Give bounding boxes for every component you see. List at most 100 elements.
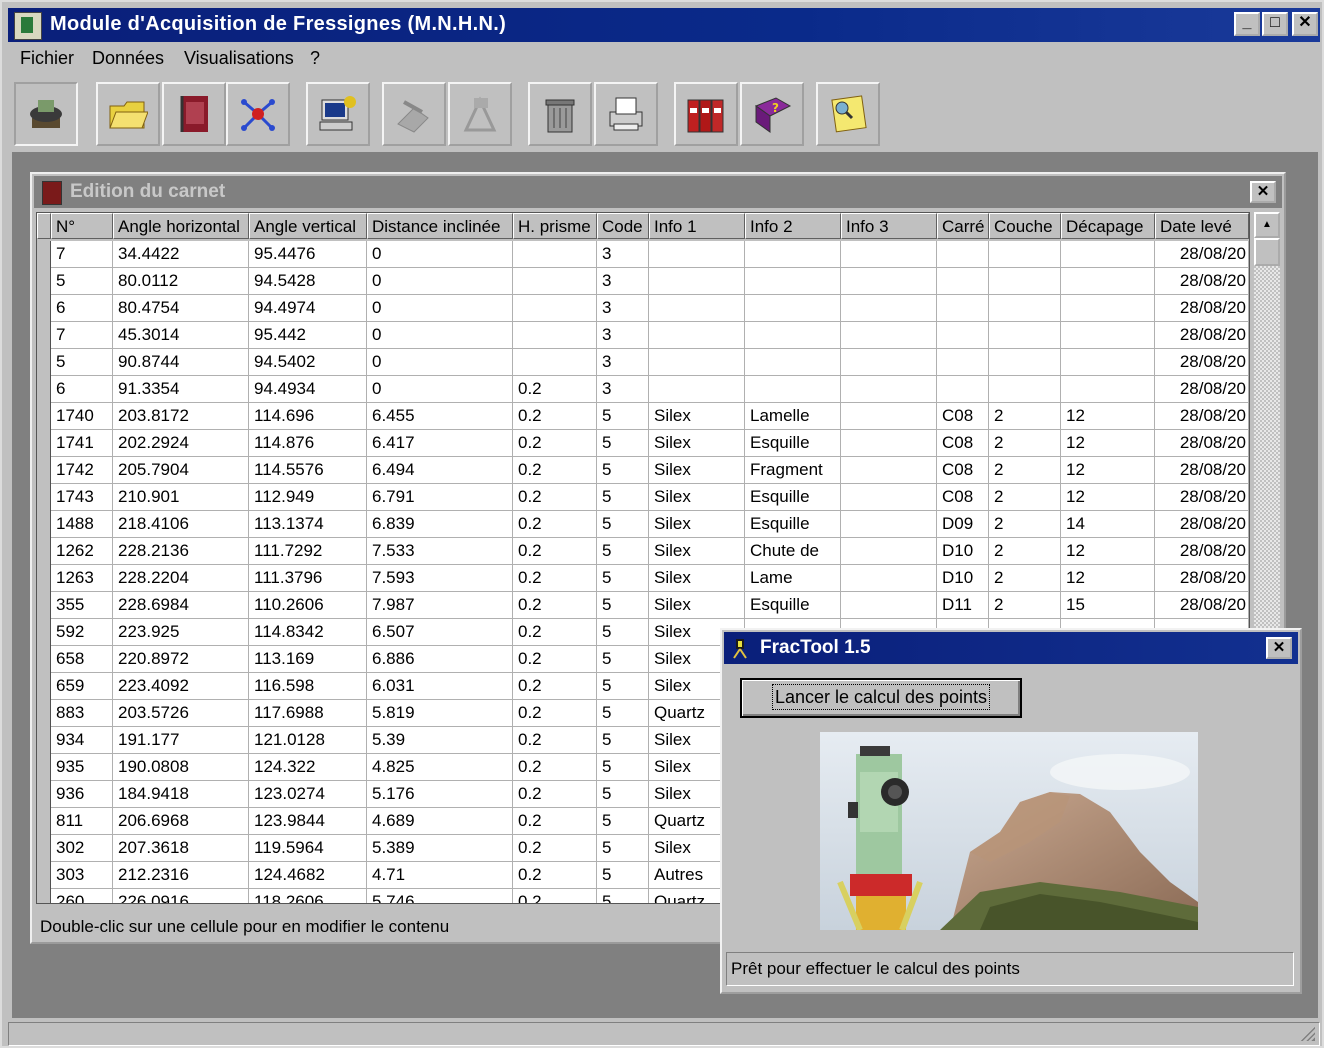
table-cell[interactable]: 28/08/20	[1155, 295, 1249, 322]
table-cell[interactable]	[1061, 268, 1155, 295]
table-cell[interactable]: 7	[51, 241, 113, 268]
table-cell[interactable]: 0.2	[513, 538, 597, 565]
header-row-selector[interactable]	[37, 213, 51, 239]
table-cell[interactable]: 6	[51, 295, 113, 322]
table-cell[interactable]: 3	[597, 349, 649, 376]
table-cell[interactable]: 111.7292	[249, 538, 367, 565]
table-cell[interactable]: 110.2606	[249, 592, 367, 619]
table-row[interactable]: 7 45.3014 95.442 0 3 28/08/20	[37, 322, 1249, 349]
row-selector[interactable]	[37, 727, 51, 754]
table-cell[interactable]: 5	[597, 646, 649, 673]
table-cell[interactable]: 3	[597, 295, 649, 322]
row-selector[interactable]	[37, 862, 51, 889]
row-selector[interactable]	[37, 403, 51, 430]
menu-donnees[interactable]: Données	[92, 48, 164, 69]
table-cell[interactable]: 123.0274	[249, 781, 367, 808]
table-cell[interactable]: 0	[367, 322, 513, 349]
table-cell[interactable]: 5	[597, 403, 649, 430]
toolbar-button-disabled-tool[interactable]	[382, 82, 446, 146]
table-cell[interactable]: 112.949	[249, 484, 367, 511]
table-row[interactable]: 1740 203.8172 114.696 6.455 0.2 5 Silex Lamelle…	[37, 403, 1249, 430]
table-cell[interactable]: Silex	[649, 592, 745, 619]
table-cell[interactable]: 12	[1061, 538, 1155, 565]
table-cell[interactable]: 0.2	[513, 592, 597, 619]
table-cell[interactable]	[649, 268, 745, 295]
row-selector[interactable]	[37, 889, 51, 903]
column-header[interactable]: Angle vertical	[249, 213, 367, 239]
toolbar-button-open-folder[interactable]	[96, 82, 160, 146]
menu-help[interactable]: ?	[310, 48, 320, 69]
toolbar-button-total-station[interactable]	[14, 82, 78, 146]
table-cell[interactable]: 12	[1061, 484, 1155, 511]
table-cell[interactable]: 6.417	[367, 430, 513, 457]
table-cell[interactable]: 94.5428	[249, 268, 367, 295]
table-cell[interactable]: 2	[989, 511, 1061, 538]
table-cell[interactable]: 28/08/20	[1155, 349, 1249, 376]
table-cell[interactable]: 0	[367, 349, 513, 376]
toolbar-button-search-note[interactable]	[816, 82, 880, 146]
table-cell[interactable]	[745, 376, 841, 403]
table-cell[interactable]: 28/08/20	[1155, 268, 1249, 295]
row-selector[interactable]	[37, 430, 51, 457]
table-cell[interactable]: 28/08/20	[1155, 457, 1249, 484]
table-cell[interactable]: Silex	[649, 430, 745, 457]
table-cell[interactable]: Silex	[649, 484, 745, 511]
column-header[interactable]: Code	[597, 213, 649, 239]
table-cell[interactable]: 12	[1061, 565, 1155, 592]
table-cell[interactable]	[745, 295, 841, 322]
table-cell[interactable]	[745, 349, 841, 376]
table-cell[interactable]: 220.8972	[113, 646, 249, 673]
toolbar-button-disabled-photo[interactable]	[448, 82, 512, 146]
table-cell[interactable]: 94.5402	[249, 349, 367, 376]
column-header[interactable]: N°	[51, 213, 113, 239]
table-cell[interactable]: 28/08/20	[1155, 565, 1249, 592]
table-cell[interactable]: 0.2	[513, 727, 597, 754]
table-cell[interactable]	[937, 349, 989, 376]
fractool-title-bar[interactable]: FracTool 1.5 ✕	[724, 632, 1298, 664]
table-cell[interactable]: 1743	[51, 484, 113, 511]
table-cell[interactable]	[841, 403, 937, 430]
table-cell[interactable]: 205.7904	[113, 457, 249, 484]
table-row[interactable]: 1262 228.2136 111.7292 7.533 0.2 5 Silex Chute …	[37, 538, 1249, 565]
table-cell[interactable]: C08	[937, 457, 989, 484]
table-cell[interactable]: 7.593	[367, 565, 513, 592]
table-cell[interactable]	[513, 268, 597, 295]
table-cell[interactable]	[841, 484, 937, 511]
table-cell[interactable]: 114.5576	[249, 457, 367, 484]
table-cell[interactable]: 28/08/20	[1155, 511, 1249, 538]
table-cell[interactable]: Silex	[649, 565, 745, 592]
toolbar-button-help-book[interactable]: ?	[740, 82, 804, 146]
table-cell[interactable]: 12	[1061, 457, 1155, 484]
table-cell[interactable]	[937, 295, 989, 322]
row-selector[interactable]	[37, 565, 51, 592]
table-cell[interactable]: 0.2	[513, 889, 597, 903]
table-cell[interactable]	[649, 241, 745, 268]
table-cell[interactable]: 1741	[51, 430, 113, 457]
table-cell[interactable]: 28/08/20	[1155, 484, 1249, 511]
table-cell[interactable]: 0.2	[513, 619, 597, 646]
table-cell[interactable]: 658	[51, 646, 113, 673]
table-cell[interactable]: 191.177	[113, 727, 249, 754]
table-cell[interactable]: 94.4974	[249, 295, 367, 322]
carnet-close-button[interactable]: ✕	[1250, 181, 1276, 203]
table-cell[interactable]: Lamelle	[745, 403, 841, 430]
run-calculation-button[interactable]: Lancer le calcul des points	[740, 678, 1022, 718]
table-cell[interactable]: 0	[367, 241, 513, 268]
table-cell[interactable]: 184.9418	[113, 781, 249, 808]
toolbar-button-printer[interactable]	[594, 82, 658, 146]
table-cell[interactable]: 114.876	[249, 430, 367, 457]
fractool-close-button[interactable]: ✕	[1266, 637, 1292, 659]
table-cell[interactable]: 12	[1061, 430, 1155, 457]
table-cell[interactable]: 123.9844	[249, 808, 367, 835]
table-row[interactable]: 1742 205.7904 114.5576 6.494 0.2 5 Silex Fragme…	[37, 457, 1249, 484]
table-cell[interactable]: 6.886	[367, 646, 513, 673]
row-selector[interactable]	[37, 349, 51, 376]
table-cell[interactable]: 4.825	[367, 754, 513, 781]
table-cell[interactable]	[989, 241, 1061, 268]
row-selector[interactable]	[37, 241, 51, 268]
table-cell[interactable]: 91.3354	[113, 376, 249, 403]
table-cell[interactable]	[989, 295, 1061, 322]
table-cell[interactable]: 0.2	[513, 376, 597, 403]
table-cell[interactable]: 228.2136	[113, 538, 249, 565]
table-cell[interactable]: 592	[51, 619, 113, 646]
